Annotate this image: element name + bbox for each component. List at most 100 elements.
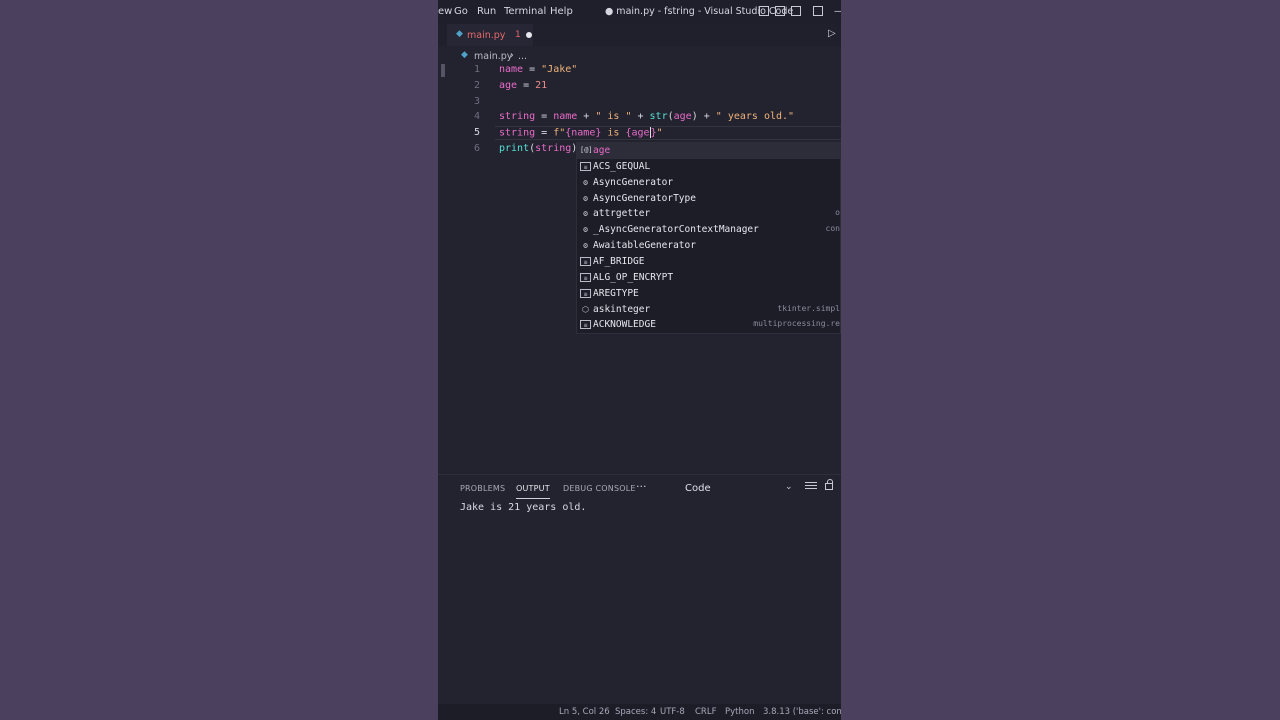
suggestion-item[interactable]: ≡ AF_BRIDGE	[577, 254, 841, 270]
status-interpreter[interactable]: 3.8.13 ('base': conda)	[763, 707, 841, 717]
code-token: =	[517, 79, 536, 91]
breadcrumb-python-icon: ◆	[461, 50, 468, 60]
run-python-file-icon[interactable]: ▷	[828, 28, 836, 39]
line-code: name = "Jake"	[499, 64, 577, 75]
menu-run[interactable]: Run	[477, 6, 496, 17]
code-token: +	[631, 111, 650, 123]
customize-layout-icon[interactable]	[813, 6, 823, 16]
line-code: age = 21	[499, 80, 547, 91]
suggestion-label: ALG_OP_ENCRYPT	[593, 271, 674, 283]
breadcrumb-file[interactable]: main.py	[474, 51, 512, 62]
code-line[interactable]: 3	[438, 95, 841, 110]
suggestion-item[interactable]: ⚙ AsyncGenerator	[577, 175, 841, 191]
menu-help[interactable]: Help	[550, 6, 573, 17]
code-token: age	[499, 79, 518, 91]
lock-scroll-icon[interactable]	[825, 479, 833, 490]
suggestion-item[interactable]: ⚙ attrgetter o	[577, 206, 841, 222]
suggestion-label: attrgetter	[593, 208, 651, 220]
tab-debug-console[interactable]: DEBUG CONSOLE	[563, 484, 636, 493]
toggle-panel-icon[interactable]	[775, 6, 785, 16]
suggestion-label: ACS_GEQUAL	[593, 160, 651, 172]
suggestion-item[interactable]: ≡ ALG_OP_ENCRYPT	[577, 270, 841, 286]
code-line[interactable]: 5 string = f"{name} is {age}"	[438, 126, 841, 141]
code-token: print	[499, 143, 530, 154]
field-icon: ≡	[580, 288, 591, 298]
code-line[interactable]: 1 name = "Jake"	[438, 63, 841, 78]
code-token: age	[673, 111, 692, 123]
output-text: Jake is 21 years old.	[460, 502, 587, 513]
status-eol[interactable]: CRLF	[695, 707, 716, 717]
tab-output[interactable]: OUTPUT	[516, 484, 550, 499]
suggestion-item[interactable]: ⚙ AsyncGeneratorType	[577, 191, 841, 207]
tab-problem-count: 1	[515, 30, 521, 40]
line-number: 2	[473, 79, 480, 91]
line-number: 3	[473, 95, 480, 107]
code-token: +	[697, 111, 716, 123]
code-token: " is "	[595, 111, 632, 123]
code-token: " years old."	[715, 111, 795, 123]
breadcrumb-separator: ›	[510, 50, 514, 61]
field-icon: ≡	[580, 272, 591, 282]
line-number: 6	[473, 143, 480, 154]
menu-go[interactable]: Go	[454, 6, 468, 17]
suggestion-item[interactable]: ⚙ AwaitableGenerator	[577, 238, 841, 254]
minimize-icon[interactable]: —	[834, 6, 841, 17]
code-token: 21	[535, 79, 548, 91]
status-cursor-position[interactable]: Ln 5, Col 26	[559, 707, 610, 717]
code-line[interactable]: 4 string = name + " is " + str(age) + " y…	[438, 110, 841, 125]
field-icon: ≡	[580, 161, 591, 171]
suggestion-item[interactable]: ≡ AREGTYPE	[577, 286, 841, 302]
code-line[interactable]: 2 age = 21	[438, 79, 841, 94]
breadcrumb-symbols[interactable]: ...	[518, 51, 527, 62]
clear-output-icon[interactable]	[805, 482, 817, 492]
suggestion-widget: [@] age ≡ ACS_GEQUAL ⚙ AsyncGenerator ⚙ AsyncGe…	[576, 142, 841, 334]
method-icon: ⬡	[582, 304, 589, 314]
chevron-down-icon[interactable]: ⌄	[785, 482, 793, 492]
suggestion-label: AwaitableGenerator	[593, 240, 696, 252]
more-tabs-icon[interactable]: ···	[636, 480, 647, 493]
code-token: "	[656, 127, 663, 139]
line-code: string = f"{name} is {age}"	[499, 127, 663, 139]
status-bar: Ln 5, Col 26 Spaces: 4 UTF-8 CRLF Python…	[438, 704, 841, 720]
code-token: =	[523, 64, 542, 75]
code-token: string	[499, 127, 536, 139]
suggestion-detail: o	[835, 208, 840, 218]
code-token: str	[649, 111, 668, 123]
status-encoding[interactable]: UTF-8	[660, 707, 685, 717]
editor-tab-bar: ◆ main.py 1 ▷	[438, 24, 841, 46]
code-token: string	[535, 143, 572, 154]
menu-view[interactable]: ew	[438, 6, 452, 17]
suggestion-label: AsyncGenerator	[593, 176, 674, 188]
toggle-secondary-sidebar-icon[interactable]	[791, 6, 801, 16]
toggle-primary-sidebar-icon[interactable]	[759, 6, 769, 16]
suggestion-label: _AsyncGeneratorContextManager	[593, 224, 759, 236]
tab-main-py[interactable]: ◆ main.py 1	[447, 24, 533, 46]
class-icon: ⚙	[583, 241, 588, 251]
suggestion-item[interactable]: ⬡ askinteger tkinter.simpl	[577, 302, 841, 318]
suggestion-detail: tkinter.simpl	[777, 303, 840, 313]
code-token: =	[535, 111, 554, 123]
status-indentation[interactable]: Spaces: 4	[615, 707, 656, 717]
suggestion-detail: con	[825, 224, 840, 234]
code-token: is	[601, 127, 626, 139]
suggestion-item[interactable]: [@] age	[577, 143, 841, 159]
code-token: f"	[553, 127, 566, 139]
field-icon: ≡	[580, 256, 591, 266]
bottom-panel: PROBLEMS OUTPUT DEBUG CONSOLE ··· Code ⌄…	[438, 474, 841, 705]
line-code: string = name + " is " + str(age) + " ye…	[499, 111, 794, 122]
suggestion-label: AF_BRIDGE	[593, 255, 645, 267]
suggestion-label: age	[593, 145, 611, 156]
unsaved-dot-icon[interactable]	[526, 32, 532, 38]
class-icon: ⚙	[583, 193, 588, 203]
suggestion-item[interactable]: ≡ ACKNOWLEDGE multiprocessing.re	[577, 317, 841, 333]
status-language[interactable]: Python	[725, 707, 754, 717]
output-channel-select[interactable]: Code	[685, 483, 711, 494]
suggestion-detail: multiprocessing.re	[753, 319, 840, 329]
line-number: 5	[473, 127, 480, 139]
menu-terminal[interactable]: Terminal	[504, 6, 546, 17]
suggestion-item[interactable]: ≡ ACS_GEQUAL	[577, 159, 841, 175]
code-token: +	[577, 111, 596, 123]
tab-filename: main.py	[467, 30, 506, 41]
tab-problems[interactable]: PROBLEMS	[460, 484, 505, 493]
suggestion-item[interactable]: ⚙ _AsyncGeneratorContextManager con	[577, 222, 841, 238]
